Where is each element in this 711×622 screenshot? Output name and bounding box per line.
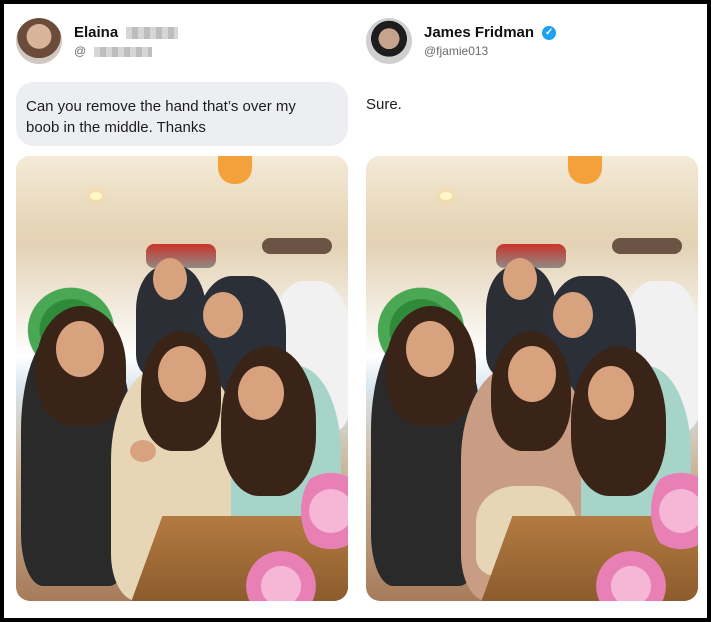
- face: [238, 366, 284, 420]
- user-name[interactable]: Elaina: [74, 24, 179, 41]
- screenshot-frame: Elaina @ Can you remove the hand that’s …: [4, 4, 707, 618]
- face: [508, 346, 556, 402]
- hand-over-chest: [130, 440, 156, 462]
- left-post: Elaina @ Can you remove the hand that’s …: [4, 4, 349, 618]
- ceiling-light: [440, 192, 452, 200]
- avatar[interactable]: [366, 18, 412, 64]
- user-name-text[interactable]: James Fridman: [424, 24, 534, 41]
- user-name-text[interactable]: Elaina: [74, 24, 118, 41]
- user-name[interactable]: James Fridman ✓: [424, 24, 557, 41]
- user-handle[interactable]: @: [74, 44, 152, 58]
- reply-text: Sure.: [366, 96, 402, 113]
- message-text: Can you remove the hand that’s over my b…: [26, 98, 296, 136]
- face: [158, 346, 206, 402]
- face: [588, 366, 634, 420]
- handle-prefix: @: [74, 44, 87, 58]
- ceiling-light: [90, 192, 102, 200]
- face: [503, 258, 537, 300]
- face: [56, 321, 104, 377]
- verified-badge-icon: ✓: [542, 26, 557, 41]
- face: [153, 258, 187, 300]
- ceiling-fan: [262, 238, 332, 254]
- post-header: James Fridman ✓ @fjamie013: [366, 16, 686, 68]
- face: [406, 321, 454, 377]
- edited-photo[interactable]: [366, 156, 698, 601]
- avatar[interactable]: [16, 18, 62, 64]
- post-header: Elaina @: [16, 16, 336, 68]
- right-post: James Fridman ✓ @fjamie013 Sure.: [354, 4, 699, 618]
- redacted-handle-icon: [93, 46, 152, 57]
- redacted-name-icon: [126, 27, 179, 40]
- ceiling: [16, 156, 348, 236]
- user-handle[interactable]: @fjamie013: [424, 44, 488, 58]
- face: [203, 292, 243, 338]
- face: [553, 292, 593, 338]
- original-photo[interactable]: [16, 156, 348, 601]
- ceiling-fan: [612, 238, 682, 254]
- ceiling: [366, 156, 698, 236]
